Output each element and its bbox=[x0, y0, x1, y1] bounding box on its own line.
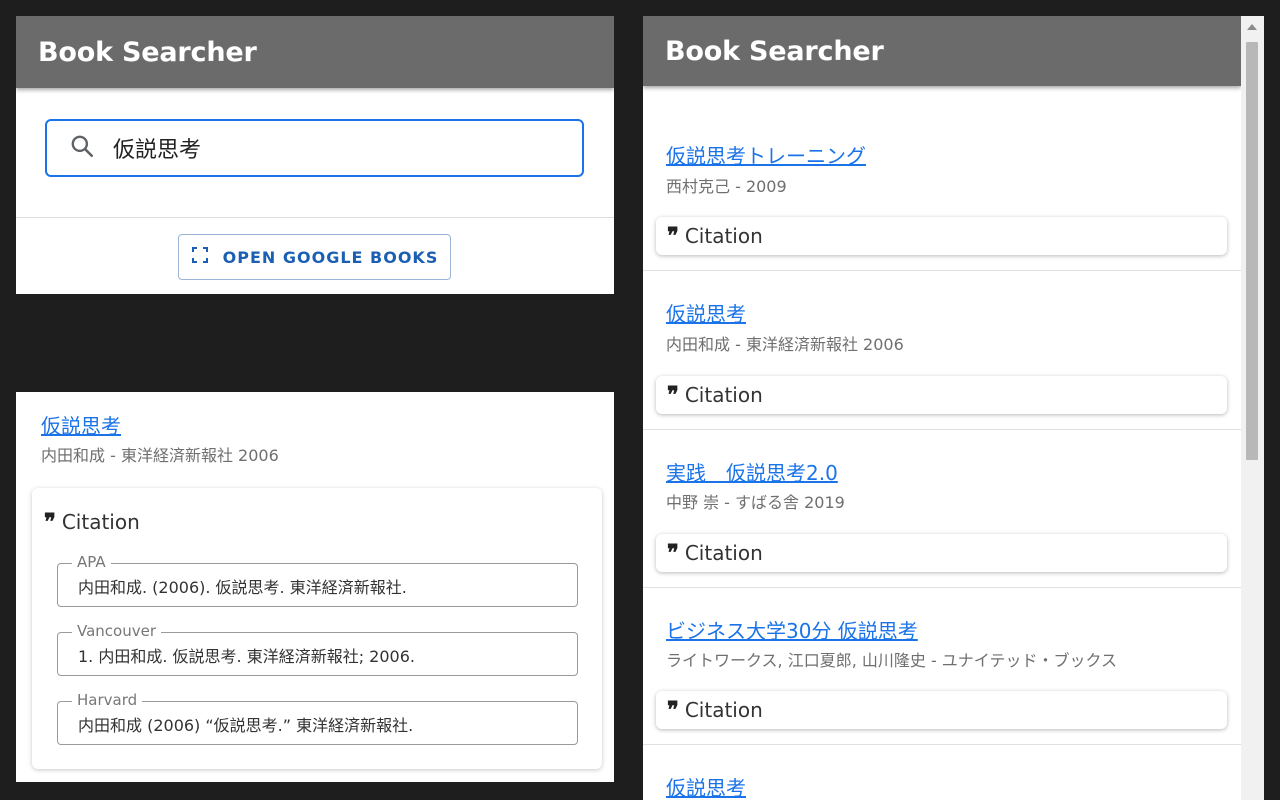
result-meta: 西村克己 - 2009 bbox=[666, 177, 787, 196]
app-bar: Book Searcher bbox=[643, 16, 1241, 86]
book-title-link[interactable]: 仮説思考 bbox=[41, 410, 121, 439]
citation-label: Citation bbox=[684, 698, 763, 722]
search-icon bbox=[69, 133, 95, 163]
result-title-link[interactable]: 仮説思考 bbox=[666, 298, 746, 327]
result-title-link[interactable]: 仮説思考 bbox=[666, 772, 746, 800]
citation-field-vancouver[interactable]: Vancouver 1. 内田和成. 仮説思考. 東洋経済新報社; 2006. bbox=[57, 622, 578, 676]
quote-icon: ❞ bbox=[44, 509, 56, 535]
search-input[interactable] bbox=[113, 135, 533, 161]
citation-label: Citation bbox=[684, 541, 763, 565]
citation-button[interactable]: ❞ Citation bbox=[656, 691, 1227, 729]
result-meta: 内田和成 - 東洋経済新報社 2006 bbox=[666, 335, 904, 354]
app-bar: Book Searcher bbox=[16, 16, 614, 88]
citation-button[interactable]: ❞ Citation bbox=[656, 534, 1227, 572]
citation-field-apa[interactable]: APA 内田和成. (2006). 仮説思考. 東洋経済新報社. bbox=[57, 553, 578, 607]
citation-button[interactable]: ❞ Citation bbox=[656, 376, 1227, 414]
divider bbox=[643, 587, 1241, 588]
quote-icon: ❞ bbox=[667, 540, 679, 566]
scroll-thumb[interactable] bbox=[1246, 42, 1258, 460]
quote-icon: ❞ bbox=[667, 223, 679, 249]
divider bbox=[16, 217, 614, 218]
result-title-link[interactable]: 実践 仮説思考2.0 bbox=[666, 457, 838, 486]
field-label: Vancouver bbox=[72, 622, 161, 640]
field-label: APA bbox=[72, 553, 111, 571]
scrollbar[interactable] bbox=[1241, 16, 1264, 800]
fullscreen-icon bbox=[191, 246, 209, 268]
open-google-books-label: OPEN GOOGLE BOOKS bbox=[222, 247, 439, 267]
result-meta: ライトワークス, 江口夏郎, 山川隆史 - ユナイテッド・ブックス bbox=[666, 651, 1118, 670]
result-title-link[interactable]: 仮説思考トレーニング bbox=[666, 140, 866, 169]
citation-label: Citation bbox=[684, 224, 763, 248]
field-value: 内田和成 (2006) “仮説思考.” 東洋経済新報社. bbox=[78, 716, 414, 735]
divider bbox=[643, 270, 1241, 271]
result-meta: 中野 崇 - すばる舎 2019 bbox=[666, 493, 845, 512]
divider bbox=[643, 429, 1241, 430]
citation-field-harvard[interactable]: Harvard 内田和成 (2006) “仮説思考.” 東洋経済新報社. bbox=[57, 691, 578, 745]
citation-label: Citation bbox=[61, 510, 140, 534]
field-label: Harvard bbox=[72, 691, 143, 709]
book-meta: 内田和成 - 東洋経済新報社 2006 bbox=[41, 446, 279, 465]
open-google-books-button[interactable]: OPEN GOOGLE BOOKS bbox=[178, 234, 451, 280]
citation-card: ❞ Citation APA 内田和成. (2006). 仮説思考. 東洋経済新… bbox=[32, 488, 602, 769]
search-field[interactable] bbox=[45, 119, 584, 177]
scroll-up-arrow-icon[interactable] bbox=[1247, 24, 1257, 30]
citation-label: Citation bbox=[684, 383, 763, 407]
app-title: Book Searcher bbox=[665, 35, 884, 67]
citation-panel: 仮説思考 内田和成 - 東洋経済新報社 2006 ❞ Citation APA … bbox=[16, 392, 614, 782]
divider bbox=[643, 744, 1241, 745]
quote-icon: ❞ bbox=[667, 382, 679, 408]
results-panel: Book Searcher 仮説思考トレーニング 西村克己 - 2009 ❞ C… bbox=[643, 16, 1241, 800]
app-title: Book Searcher bbox=[38, 36, 257, 68]
citation-header[interactable]: ❞ Citation bbox=[44, 510, 140, 534]
field-value: 内田和成. (2006). 仮説思考. 東洋経済新報社. bbox=[78, 578, 407, 597]
field-value: 1. 内田和成. 仮説思考. 東洋経済新報社; 2006. bbox=[78, 647, 415, 666]
search-panel: Book Searcher OPEN GOOGLE BOOKS bbox=[16, 16, 614, 294]
quote-icon: ❞ bbox=[667, 697, 679, 723]
result-title-link[interactable]: ビジネス大学30分 仮説思考 bbox=[666, 615, 918, 644]
citation-button[interactable]: ❞ Citation bbox=[656, 217, 1227, 255]
